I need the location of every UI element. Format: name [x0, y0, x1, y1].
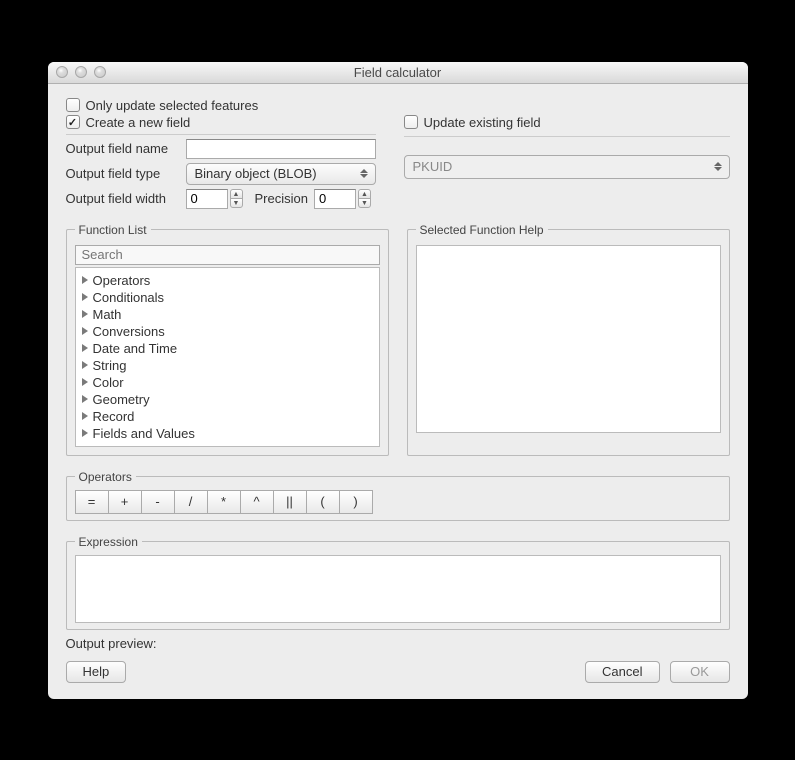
create-new-field-label: Create a new field [86, 115, 191, 130]
expression-textarea[interactable] [75, 555, 721, 623]
update-existing-field-checkbox[interactable] [404, 115, 418, 129]
function-help-box [416, 245, 721, 433]
cancel-button[interactable]: Cancel [585, 661, 659, 683]
precision-input[interactable] [314, 189, 356, 209]
op-equals-button[interactable]: = [75, 490, 109, 514]
only-update-selected-checkbox[interactable] [66, 98, 80, 112]
tree-item[interactable]: Date and Time [78, 340, 377, 357]
function-help-legend: Selected Function Help [416, 223, 548, 237]
tree-item[interactable]: Conversions [78, 323, 377, 340]
content: Only update selected features Create a n… [48, 84, 748, 699]
tree-label: Geometry [93, 391, 150, 408]
titlebar[interactable]: Field calculator [48, 62, 748, 84]
output-field-type-label: Output field type [66, 166, 180, 181]
operator-buttons: = + - / * ^ || ( ) [75, 490, 721, 514]
chevron-down-icon[interactable]: ▼ [358, 198, 371, 208]
tree-item[interactable]: String [78, 357, 377, 374]
disclosure-icon [82, 429, 88, 437]
op-multiply-button[interactable]: * [207, 490, 241, 514]
disclosure-icon [82, 395, 88, 403]
disclosure-icon [82, 361, 88, 369]
disclosure-icon [82, 276, 88, 284]
tree-label: Date and Time [93, 340, 178, 357]
chevron-down-icon[interactable]: ▼ [230, 198, 243, 208]
function-tree[interactable]: Operators Conditionals Math Conversions … [75, 267, 380, 447]
tree-item[interactable]: Math [78, 306, 377, 323]
field-calculator-window: Field calculator Only update selected fe… [48, 62, 748, 699]
updown-icon [711, 156, 725, 178]
create-new-field-checkbox[interactable] [66, 115, 80, 129]
window-title: Field calculator [48, 65, 748, 80]
only-update-selected-row: Only update selected features [66, 98, 730, 113]
tree-item[interactable]: Record [78, 408, 377, 425]
disclosure-icon [82, 412, 88, 420]
tree-label: Conversions [93, 323, 165, 340]
tree-label: Math [93, 306, 122, 323]
tree-label: Conditionals [93, 289, 165, 306]
minimize-icon[interactable] [75, 66, 87, 78]
precision-spinner[interactable]: ▲▼ [314, 189, 371, 209]
function-search-input[interactable] [75, 245, 380, 265]
create-field-column: Create a new field Output field name Out… [66, 115, 376, 209]
update-field-column: Update existing field PKUID [404, 115, 730, 209]
updown-icon [357, 164, 371, 184]
disclosure-icon [82, 378, 88, 386]
op-lparen-button[interactable]: ( [306, 490, 340, 514]
tree-item[interactable]: Color [78, 374, 377, 391]
expression-legend: Expression [75, 535, 142, 549]
tree-label: String [93, 357, 127, 374]
tree-item[interactable]: Conditionals [78, 289, 377, 306]
output-preview-label: Output preview: [66, 636, 730, 651]
disclosure-icon [82, 344, 88, 352]
disclosure-icon [82, 327, 88, 335]
help-button[interactable]: Help [66, 661, 127, 683]
op-power-button[interactable]: ^ [240, 490, 274, 514]
output-field-name-label: Output field name [66, 141, 180, 156]
window-controls [48, 66, 106, 78]
existing-field-value: PKUID [413, 159, 453, 174]
tree-item[interactable]: Geometry [78, 391, 377, 408]
op-concat-button[interactable]: || [273, 490, 307, 514]
tree-label: Operators [93, 272, 151, 289]
tree-item[interactable]: Operators [78, 272, 377, 289]
tree-item[interactable]: Fields and Values [78, 425, 377, 442]
existing-field-select[interactable]: PKUID [404, 155, 730, 179]
zoom-icon[interactable] [94, 66, 106, 78]
tree-label: Color [93, 374, 124, 391]
output-field-type-value: Binary object (BLOB) [195, 166, 317, 181]
op-rparen-button[interactable]: ) [339, 490, 373, 514]
output-field-width-spinner[interactable]: ▲▼ [186, 189, 243, 209]
disclosure-icon [82, 310, 88, 318]
ok-button[interactable]: OK [670, 661, 730, 683]
operators-group: Operators = + - / * ^ || ( ) [66, 470, 730, 521]
op-plus-button[interactable]: + [108, 490, 142, 514]
output-field-width-label: Output field width [66, 191, 180, 206]
output-field-width-input[interactable] [186, 189, 228, 209]
update-existing-field-label: Update existing field [424, 115, 541, 130]
function-help-group: Selected Function Help [407, 223, 730, 456]
function-list-legend: Function List [75, 223, 151, 237]
expression-group: Expression [66, 535, 730, 630]
tree-label: Fields and Values [93, 425, 195, 442]
op-divide-button[interactable]: / [174, 490, 208, 514]
close-icon[interactable] [56, 66, 68, 78]
tree-label: Record [93, 408, 135, 425]
only-update-selected-label: Only update selected features [86, 98, 259, 113]
precision-label: Precision [255, 191, 308, 206]
operators-legend: Operators [75, 470, 136, 484]
function-list-group: Function List Operators Conditionals Mat… [66, 223, 389, 456]
output-field-type-select[interactable]: Binary object (BLOB) [186, 163, 376, 185]
output-field-name-input[interactable] [186, 139, 376, 159]
disclosure-icon [82, 293, 88, 301]
op-minus-button[interactable]: - [141, 490, 175, 514]
